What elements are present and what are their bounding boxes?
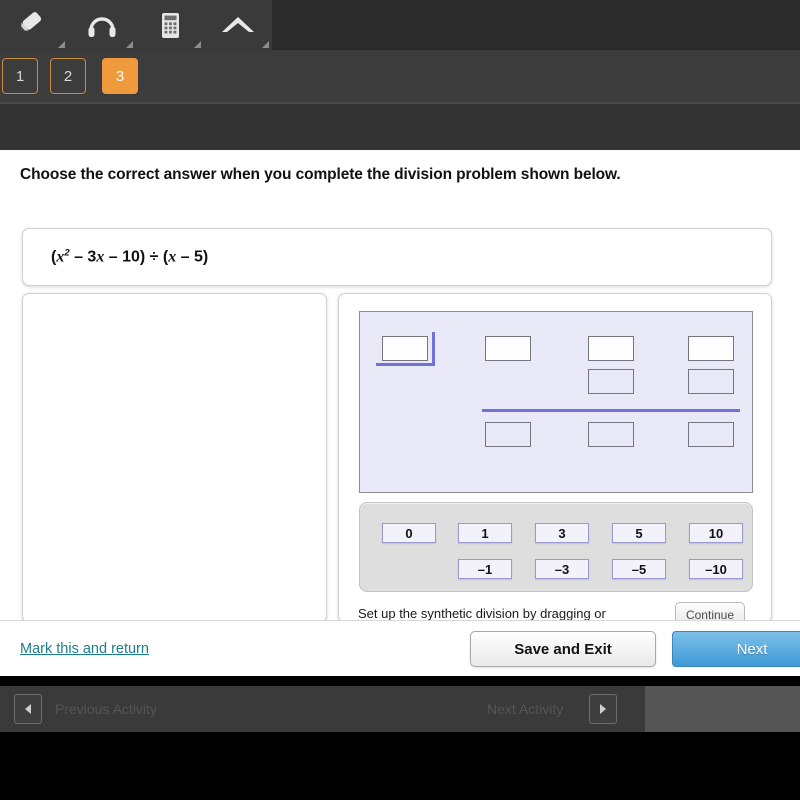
drop-zone-result-2[interactable] — [588, 422, 634, 447]
tile-negative-3-label: –3 — [554, 561, 570, 577]
drop-zone-coefficient-2[interactable] — [588, 336, 634, 361]
question-content-area: Choose the correct answer when you compl… — [0, 150, 800, 620]
tile-negative-5-label: –5 — [631, 561, 647, 577]
problem-statement-card: (x2 – 3x – 10) ÷ (x – 5) — [22, 228, 772, 286]
tile-negative-5[interactable]: –5 — [612, 559, 666, 579]
tile-10-label: 10 — [708, 525, 724, 541]
tile-negative-10[interactable]: –10 — [689, 559, 743, 579]
tile-1[interactable]: 1 — [458, 523, 512, 543]
activity-bar-right-segment — [645, 686, 800, 732]
calculator-menu-corner-icon — [194, 41, 201, 48]
tile-negative-10-label: –10 — [705, 561, 727, 577]
division-expression: (x2 – 3x – 10) ÷ (x – 5) — [51, 247, 208, 266]
tile-0-label: 0 — [405, 525, 413, 541]
workspace-instruction: Set up the synthetic division by draggin… — [358, 606, 606, 620]
expr-term5: – 5) — [176, 248, 209, 266]
previous-activity-button[interactable] — [14, 694, 42, 724]
tile-5[interactable]: 5 — [612, 523, 666, 543]
pencil-tool-button[interactable] — [0, 0, 68, 50]
caret-up-menu-corner-icon — [262, 41, 269, 48]
headphones-menu-corner-icon — [126, 41, 133, 48]
synthetic-division-card: 0 1 3 5 10 –1 –3 –5 –10 — [338, 293, 772, 620]
next-button-label: Next — [736, 640, 768, 658]
drop-zone-coefficient-3[interactable] — [688, 336, 734, 361]
tile-negative-3[interactable]: –3 — [535, 559, 589, 579]
tile-0[interactable]: 0 — [382, 523, 436, 543]
calculator-tool-button[interactable] — [136, 0, 204, 50]
tile-negative-1-label: –1 — [477, 561, 493, 577]
tab-question-3[interactable]: 3 — [102, 58, 138, 94]
division-bracket-horizontal — [376, 363, 435, 366]
tab-question-3-label: 3 — [115, 67, 125, 85]
tile-3-label: 3 — [558, 525, 566, 541]
drop-zone-carry-2[interactable] — [688, 369, 734, 394]
headphones-tool-button[interactable] — [68, 0, 136, 50]
caret-up-tool-button[interactable] — [204, 0, 272, 50]
header-spacer-band — [0, 102, 800, 150]
previous-activity-label: Previous Activity — [55, 701, 157, 717]
tab-question-1[interactable]: 1 — [2, 58, 38, 94]
assessment-footer: Mark this and return Save and Exit Next — [0, 620, 800, 676]
tab-question-2[interactable]: 2 — [50, 58, 86, 94]
arrow-left-icon — [25, 704, 31, 714]
drop-zone-coefficient-1[interactable] — [485, 336, 531, 361]
assessment-page: 1 2 3 Choose the correct answer when you… — [0, 0, 800, 800]
expr-term3: – 10) ÷ ( — [104, 248, 169, 266]
tile-3[interactable]: 3 — [535, 523, 589, 543]
next-activity-button[interactable] — [589, 694, 617, 724]
tile-negative-1[interactable]: –1 — [458, 559, 512, 579]
tile-5-label: 5 — [635, 525, 643, 541]
answer-choices-card[interactable] — [22, 293, 327, 620]
save-and-exit-label: Save and Exit — [514, 640, 612, 658]
drop-zone-result-1[interactable] — [485, 422, 531, 447]
synthetic-division-sum-line — [482, 409, 740, 412]
activity-navigation-bar: Previous Activity Next Activity — [0, 686, 645, 732]
pencil-menu-corner-icon — [58, 41, 65, 48]
tab-question-1-label: 1 — [15, 67, 25, 85]
next-button[interactable]: Next — [672, 631, 800, 667]
division-bracket-vertical — [432, 332, 435, 366]
tile-1-label: 1 — [481, 525, 489, 541]
number-tile-tray: 0 1 3 5 10 –1 –3 –5 –10 — [359, 502, 753, 592]
synthetic-division-workspace[interactable] — [359, 311, 753, 493]
continue-button-label: Continue — [685, 608, 735, 620]
question-prompt: Choose the correct answer when you compl… — [20, 166, 621, 183]
question-tab-row: 1 2 3 — [0, 50, 800, 102]
tab-question-2-label: 2 — [63, 67, 73, 85]
drop-zone-carry-1[interactable] — [588, 369, 634, 394]
continue-button[interactable]: Continue — [675, 602, 745, 620]
next-activity-label: Next Activity — [487, 701, 564, 717]
tool-toolbar — [0, 0, 272, 50]
save-and-exit-button[interactable]: Save and Exit — [470, 631, 656, 667]
mark-this-and-return-link[interactable]: Mark this and return — [20, 641, 149, 657]
band-divider — [0, 102, 800, 104]
drop-zone-result-3[interactable] — [688, 422, 734, 447]
arrow-right-icon — [600, 704, 606, 714]
drop-zone-divisor[interactable] — [382, 336, 428, 361]
expr-term2: – 3 — [69, 248, 97, 266]
tile-10[interactable]: 10 — [689, 523, 743, 543]
